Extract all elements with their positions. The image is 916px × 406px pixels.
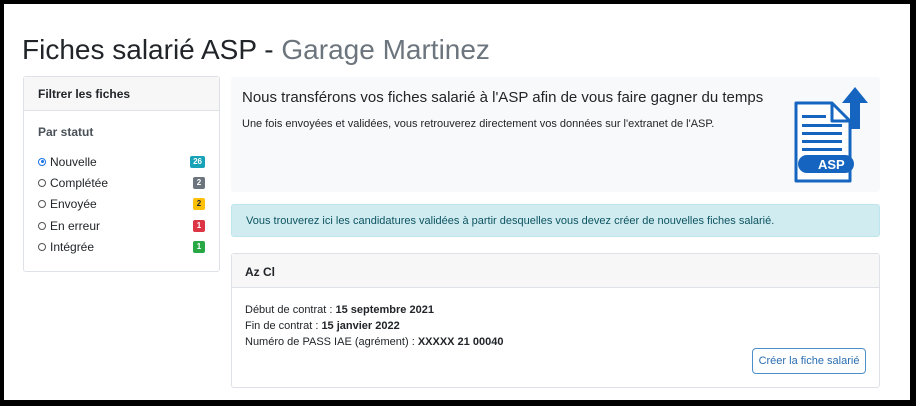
info-card: Nous transférons vos fiches salarié à l'… bbox=[231, 77, 880, 192]
filter-option-label: Complétée bbox=[50, 175, 109, 190]
radio-envoyee[interactable] bbox=[38, 200, 46, 209]
page-title: Fiches salarié ASP - Garage Martinez bbox=[22, 34, 490, 66]
candidate-details: Début de contrat : 15 septembre 2021 Fin… bbox=[232, 288, 879, 350]
filter-option-envoyee[interactable]: Envoyée 2 bbox=[38, 194, 205, 215]
filter-status-subtitle: Par statut bbox=[38, 125, 94, 139]
filter-option-label: Envoyée bbox=[50, 197, 97, 212]
filter-option-en-erreur[interactable]: En erreur 1 bbox=[38, 215, 205, 236]
page-title-company: Garage Martinez bbox=[281, 34, 490, 65]
filter-option-nouvelle[interactable]: Nouvelle 26 bbox=[38, 151, 205, 172]
filter-card-header: Filtrer les fiches bbox=[24, 77, 219, 111]
filter-option-left: Envoyée bbox=[38, 197, 97, 211]
filter-option-left: Nouvelle bbox=[38, 155, 97, 169]
contract-end-label: Fin de contrat : bbox=[245, 320, 322, 332]
radio-completee[interactable] bbox=[38, 178, 46, 187]
contract-end-value: 15 janvier 2022 bbox=[321, 320, 400, 332]
filter-option-left: Complétée bbox=[38, 176, 108, 190]
info-text: Une fois envoyées et validées, vous retr… bbox=[242, 118, 715, 130]
pass-number-value: XXXXX 21 00040 bbox=[417, 336, 504, 348]
page-title-main: Fiches salarié ASP bbox=[22, 34, 257, 65]
contract-start-line: Début de contrat : 15 septembre 2021 bbox=[245, 302, 866, 318]
count-badge-completee: 2 bbox=[193, 176, 205, 189]
pass-number-label: Numéro de PASS IAE (agrément) : bbox=[245, 336, 418, 348]
filter-option-label: En erreur bbox=[50, 218, 101, 233]
count-badge-en-erreur: 1 bbox=[193, 219, 205, 232]
filter-option-integree[interactable]: Intégrée 1 bbox=[38, 236, 205, 257]
illustration-label: ASP bbox=[818, 157, 845, 172]
document-upload-icon: ASP bbox=[794, 87, 868, 183]
filter-option-label: Nouvelle bbox=[50, 154, 97, 169]
radio-nouvelle[interactable] bbox=[38, 157, 46, 166]
radio-en-erreur[interactable] bbox=[38, 221, 46, 230]
app-window: Fiches salarié ASP - Garage Martinez Fil… bbox=[0, 0, 916, 406]
contract-start-value: 15 septembre 2021 bbox=[335, 304, 434, 316]
count-badge-envoyee: 2 bbox=[193, 198, 205, 211]
info-title: Nous transférons vos fiches salarié à l'… bbox=[242, 89, 764, 106]
count-badge-integree: 1 bbox=[193, 240, 205, 253]
count-badge-nouvelle: 26 bbox=[190, 155, 205, 168]
info-alert: Vous trouverez ici les candidatures vali… bbox=[231, 204, 880, 237]
contract-end-line: Fin de contrat : 15 janvier 2022 bbox=[245, 318, 866, 334]
candidate-card: Az Cl Début de contrat : 15 septembre 20… bbox=[231, 253, 880, 388]
filter-option-completee[interactable]: Complétée 2 bbox=[38, 172, 205, 193]
radio-integree[interactable] bbox=[38, 242, 46, 251]
page-title-separator: - bbox=[256, 34, 282, 65]
contract-start-label: Début de contrat : bbox=[245, 304, 336, 316]
filter-option-label: Intégrée bbox=[50, 239, 95, 254]
filter-option-left: En erreur bbox=[38, 219, 100, 233]
filter-option-left: Intégrée bbox=[38, 240, 94, 254]
create-employee-sheet-button[interactable]: Créer la fiche salarié bbox=[752, 348, 866, 374]
candidate-name: Az Cl bbox=[232, 254, 879, 288]
filter-card-body: Par statut Nouvelle 26 Complétée 2 Envoy… bbox=[24, 111, 219, 257]
filter-card: Filtrer les fiches Par statut Nouvelle 2… bbox=[23, 76, 220, 272]
